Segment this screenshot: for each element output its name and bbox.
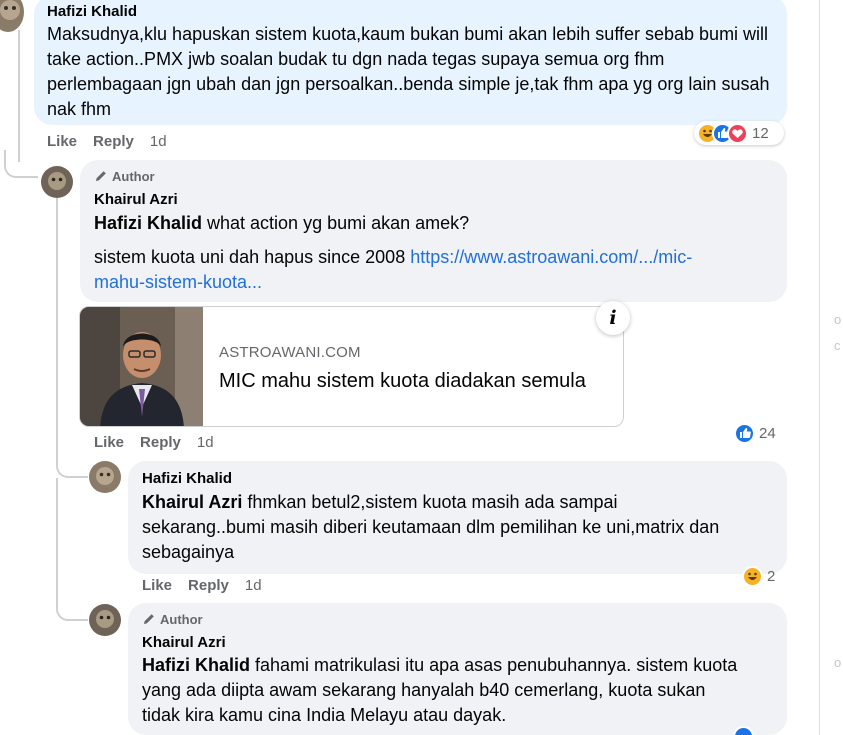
author-badge-label: Author — [160, 611, 203, 627]
comment-actions: Like Reply 1d — [47, 133, 167, 150]
comment-text: fahami matrikulasi itu apa asas penubuha… — [250, 655, 738, 675]
comment-actions: Like Reply 1d — [94, 434, 214, 451]
author-badge: Author — [94, 167, 775, 185]
reaction-count: 2 — [767, 567, 776, 585]
comment-author[interactable]: Hafizi Khalid — [47, 2, 777, 22]
timestamp[interactable]: 1d — [245, 577, 262, 594]
pencil-icon — [144, 614, 154, 624]
thread-connector — [4, 150, 38, 178]
comment-text: fhmkan betul2,sistem kuota masih ada sam… — [242, 492, 618, 512]
mention-link[interactable]: Hafizi Khalid — [142, 655, 250, 675]
comment-bubble: Hafizi Khalid Maksudnya,klu hapuskan sis… — [34, 0, 787, 125]
like-button[interactable]: Like — [47, 133, 77, 150]
comment-actions: Like Reply 1d — [142, 577, 262, 594]
link-domain: ASTROAWANI.COM — [219, 344, 361, 361]
url-link[interactable]: https://www.astroawani.com/.../mic- — [410, 247, 692, 267]
timestamp[interactable]: 1d — [150, 133, 167, 150]
comment-text: what action yg bumi akan amek? — [202, 213, 470, 233]
pencil-icon — [96, 171, 106, 181]
like-button[interactable]: Like — [142, 577, 172, 594]
reaction-summary-partial[interactable] — [733, 726, 754, 735]
reply-button[interactable]: Reply — [93, 133, 134, 150]
like-icon — [734, 422, 755, 444]
comment-text: sekarang..bumi masih diberi keutamaan dl… — [142, 517, 720, 537]
mention-link[interactable]: Khairul Azri — [142, 492, 242, 512]
background-feed-edge: oco — [834, 312, 842, 670]
reaction-count: 24 — [759, 424, 776, 442]
comment-text: Maksudnya,klu hapuskan sistem kuota,kaum… — [47, 24, 770, 119]
comment-text: sistem kuota uni dah hapus since 2008 — [94, 247, 411, 267]
link-preview-card[interactable]: ASTROAWANI.COM MIC mahu sistem kuota dia… — [79, 306, 624, 427]
avatar[interactable] — [89, 461, 121, 493]
link-headline: MIC mahu sistem kuota diadakan semula — [219, 370, 586, 392]
love-icon — [727, 122, 748, 144]
avatar[interactable] — [0, 0, 24, 32]
comment-author[interactable]: Hafizi Khalid — [142, 469, 775, 489]
timestamp[interactable]: 1d — [197, 434, 214, 451]
thread-connector — [56, 452, 88, 478]
thread-connector — [56, 198, 58, 454]
reply-button[interactable]: Reply — [188, 577, 229, 594]
thread-connector — [56, 478, 88, 621]
comment-author[interactable]: Khairul Azri — [142, 633, 775, 653]
reaction-summary[interactable]: 24 — [731, 421, 783, 445]
mention-link[interactable]: Hafizi Khalid — [94, 213, 202, 233]
author-badge: Author — [142, 610, 775, 628]
comment-text: sebagainya — [142, 542, 235, 562]
reaction-summary[interactable]: 2 — [739, 564, 784, 588]
thread-connector — [18, 30, 20, 162]
reaction-count: 12 — [752, 124, 769, 142]
avatar[interactable] — [41, 166, 73, 198]
comment-bubble: Hafizi Khalid Khairul Azri fhmkan betul2… — [128, 461, 787, 574]
comment-bubble: Author Khairul Azri Hafizi Khalid fahami… — [128, 603, 787, 735]
comment-text: tidak kira kamu cina India Melayu atau d… — [142, 705, 507, 725]
avatar[interactable] — [89, 604, 121, 636]
info-icon[interactable]: i — [596, 301, 630, 335]
like-button[interactable]: Like — [94, 434, 124, 451]
haha-icon — [742, 565, 763, 587]
link-thumbnail — [80, 307, 203, 426]
comment-bubble: Author Khairul Azri Hafizi Khalid what a… — [80, 160, 787, 302]
author-badge-label: Author — [112, 168, 155, 184]
comment-text: yang ada diipta awam sekarang hanyalah b… — [142, 680, 706, 700]
reaction-summary[interactable]: 12 — [694, 121, 784, 145]
reply-button[interactable]: Reply — [140, 434, 181, 451]
page-divider — [819, 0, 820, 735]
like-icon — [733, 726, 754, 735]
url-link[interactable]: mahu-sistem-kuota... — [94, 272, 262, 292]
comment-author[interactable]: Khairul Azri — [94, 190, 775, 210]
